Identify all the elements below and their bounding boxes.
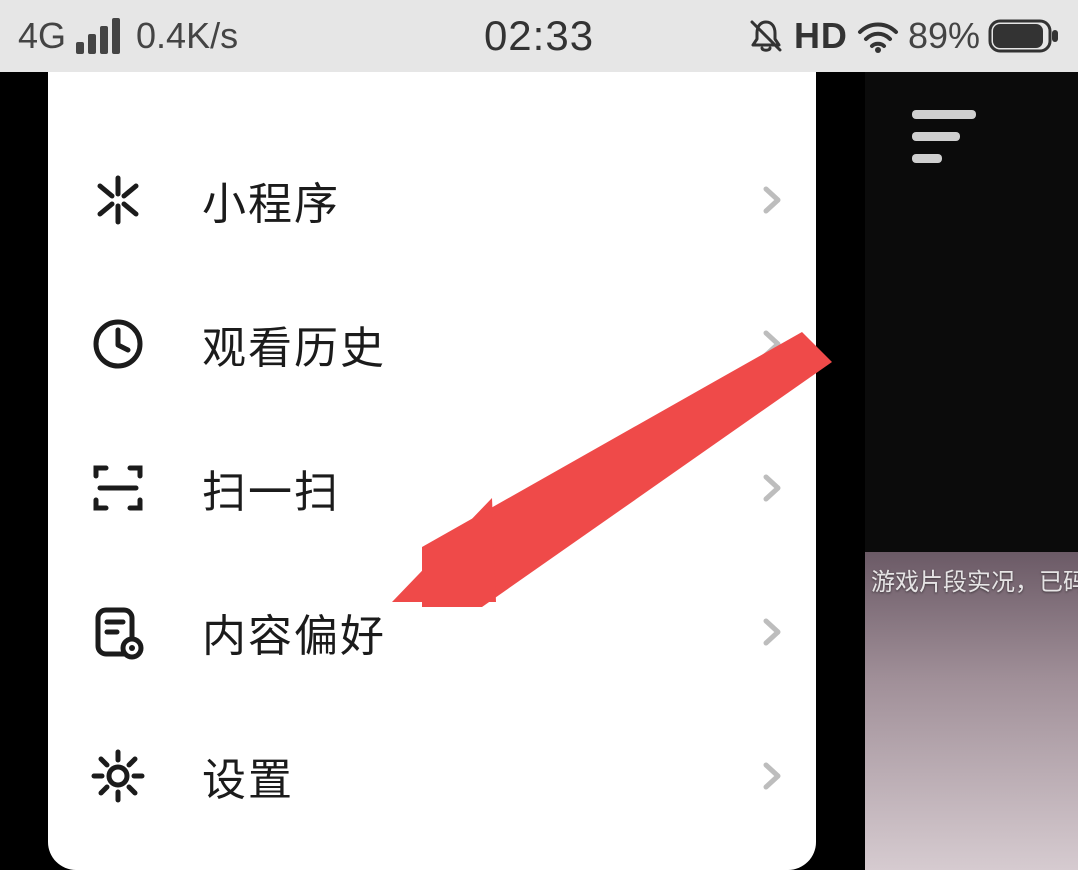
menu-item-label: 小程序 [202, 168, 758, 232]
chevron-right-icon [758, 474, 786, 502]
chevron-right-icon [758, 762, 786, 790]
menu-item-label: 内容偏好 [202, 600, 758, 664]
battery-percent-label: 89% [908, 15, 980, 57]
chevron-right-icon [758, 186, 786, 214]
hamburger-menu-icon[interactable] [912, 106, 978, 164]
network-speed-label: 0.4K/s [136, 15, 238, 57]
clock-label: 02:33 [484, 12, 594, 60]
status-bar-left: 4G 0.4K/s [18, 15, 238, 57]
menu-item-mini-program[interactable]: 小程序 [48, 128, 816, 272]
mute-bell-icon [746, 16, 786, 56]
status-bar: 4G 0.4K/s 02:33 HD [0, 0, 1078, 72]
clock-icon [90, 316, 146, 372]
menu-item-label: 观看历史 [202, 312, 758, 376]
video-caption: 游戏片段实况，已码， [865, 562, 1078, 597]
video-thumbnail[interactable]: 游戏片段实况，已码， [865, 552, 1078, 870]
mini-program-icon [90, 172, 146, 228]
battery-icon [988, 19, 1060, 53]
wifi-icon [856, 18, 900, 54]
chevron-right-icon [758, 330, 786, 358]
gear-icon [90, 748, 146, 804]
signal-bars-icon [76, 18, 126, 54]
menu-item-settings[interactable]: 设置 [48, 704, 816, 848]
scan-icon [90, 460, 146, 516]
menu-item-label: 设置 [202, 744, 758, 808]
chevron-right-icon [758, 618, 786, 646]
menu-list: 小程序 观看历史 [48, 128, 816, 848]
menu-item-label: 扫一扫 [202, 456, 758, 520]
status-bar-right: HD 89% [746, 15, 1060, 57]
network-type-label: 4G [18, 15, 66, 57]
menu-item-watch-history[interactable]: 观看历史 [48, 272, 816, 416]
menu-item-scan[interactable]: 扫一扫 [48, 416, 816, 560]
side-drawer-panel: 小程序 观看历史 [48, 72, 816, 870]
menu-item-content-preference[interactable]: 内容偏好 [48, 560, 816, 704]
hd-label: HD [794, 15, 848, 57]
content-preference-icon [90, 604, 146, 660]
